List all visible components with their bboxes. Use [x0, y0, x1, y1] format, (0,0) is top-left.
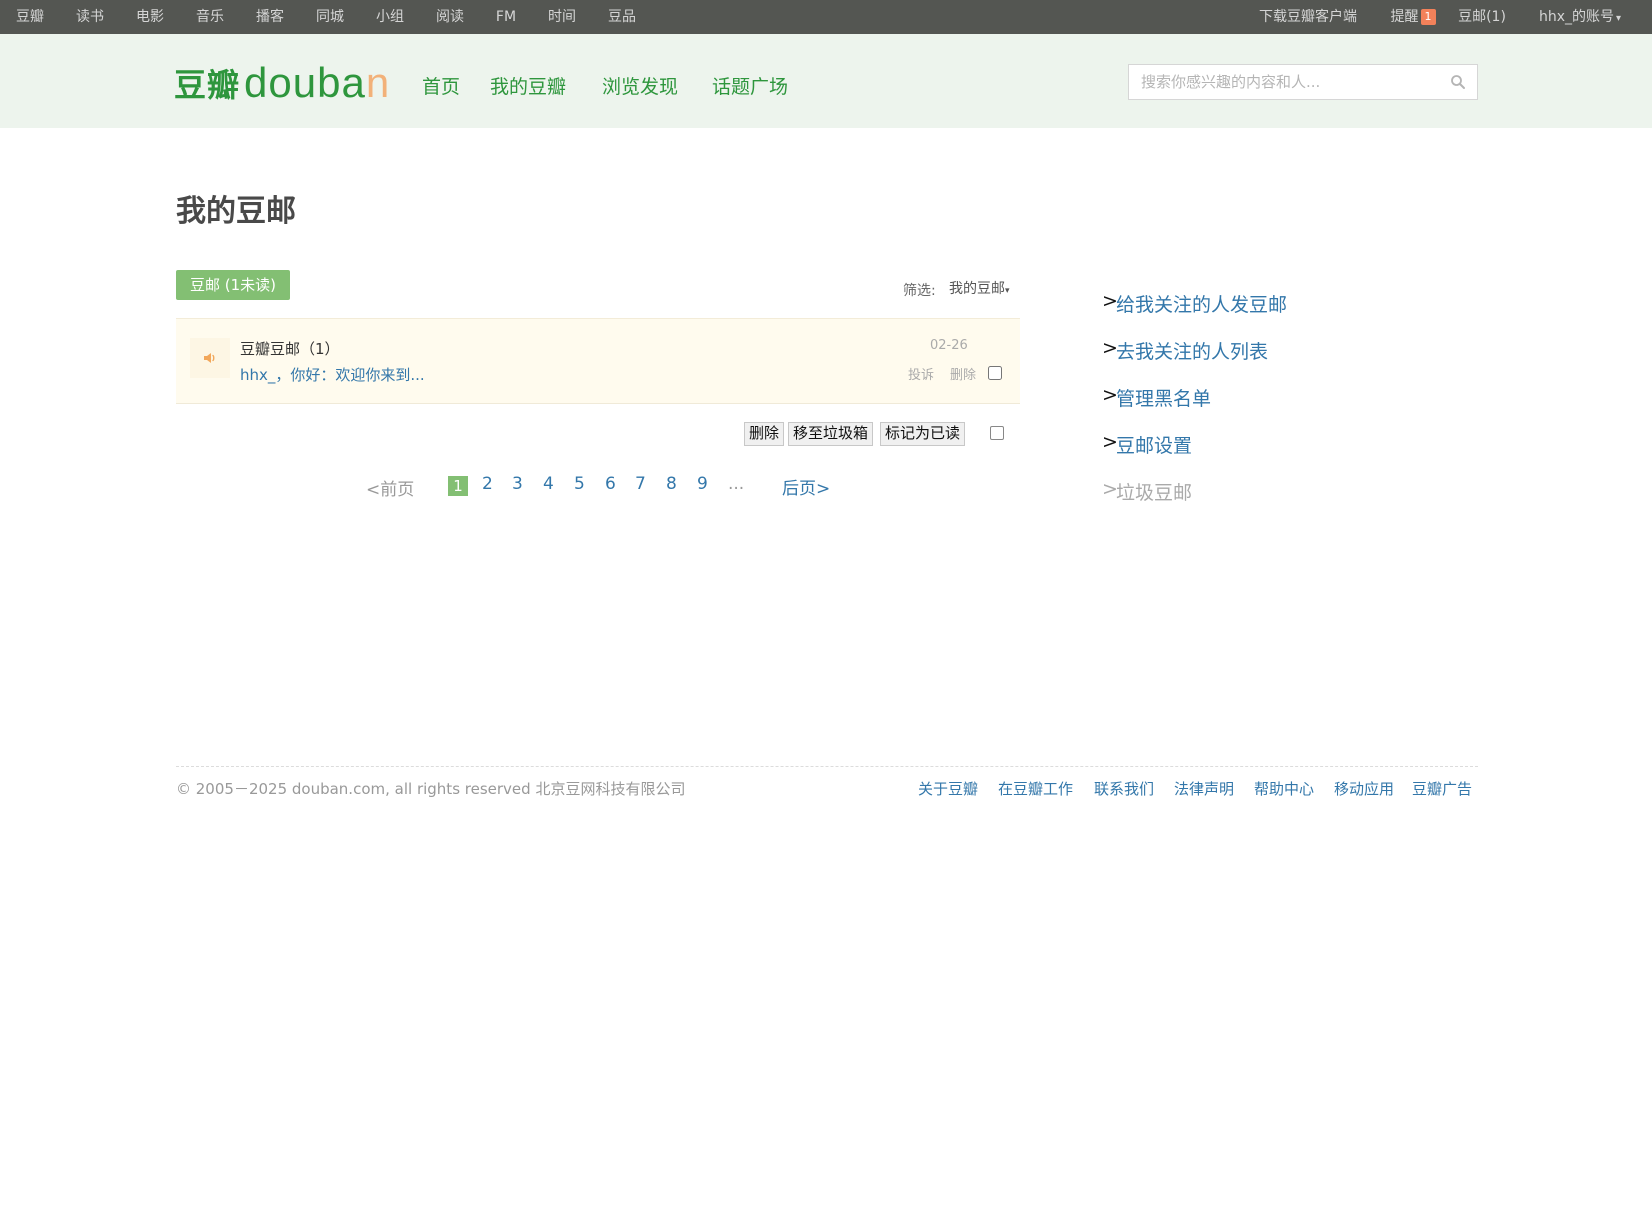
filter-select[interactable]: 我的豆邮▾ — [949, 278, 1010, 298]
move-to-trash-button[interactable]: 移至垃圾箱 — [788, 422, 874, 446]
page-link-7[interactable]: 7 — [635, 474, 646, 494]
sidebar-send-to-following[interactable]: 给我关注的人发豆邮 — [1116, 290, 1287, 317]
page-link-2[interactable]: 2 — [482, 474, 493, 494]
chevron-down-icon: ▾ — [1616, 13, 1622, 24]
sidebar-following-list[interactable]: 去我关注的人列表 — [1116, 337, 1268, 364]
global-nav-local[interactable]: 同城 — [306, 0, 354, 34]
page-link-5[interactable]: 5 — [574, 474, 585, 494]
prev-page: <前页 — [366, 480, 415, 500]
speaker-icon — [204, 353, 215, 363]
search-button[interactable] — [1438, 64, 1478, 100]
page-link-3[interactable]: 3 — [512, 474, 523, 494]
search-input[interactable] — [1129, 65, 1438, 99]
douban-logo[interactable]: 豆瓣 douban — [174, 58, 390, 108]
global-nav-market[interactable]: 豆品 — [598, 0, 646, 34]
footer-jobs[interactable]: 在豆瓣工作 — [998, 778, 1073, 799]
global-nav-read[interactable]: 阅读 — [426, 0, 474, 34]
account-label: hhx_的账号 — [1538, 9, 1614, 25]
report-link[interactable]: 投诉 — [908, 364, 934, 383]
page-link-4[interactable]: 4 — [543, 474, 554, 494]
delete-button[interactable]: 删除 — [744, 422, 785, 446]
page-link-6[interactable]: 6 — [605, 474, 616, 494]
message-date: 02-26 — [930, 338, 968, 353]
nav-topics[interactable]: 话题广场 — [712, 72, 788, 99]
message-avatar[interactable] — [190, 338, 230, 378]
filter-label: 筛选: — [903, 283, 936, 299]
footer-contact[interactable]: 联系我们 — [1094, 778, 1154, 799]
doumail-link[interactable]: 豆邮(1) — [1454, 0, 1510, 34]
footer-help[interactable]: 帮助中心 — [1254, 778, 1314, 799]
sidebar-spam[interactable]: 垃圾豆邮 — [1116, 478, 1192, 505]
global-nav-books[interactable]: 读书 — [66, 0, 114, 34]
mark-read-button[interactable]: 标记为已读 — [880, 422, 966, 446]
footer-divider — [176, 766, 1478, 767]
search-box — [1128, 64, 1438, 100]
footer-mobile[interactable]: 移动应用 — [1334, 778, 1394, 799]
footer-about[interactable]: 关于豆瓣 — [918, 778, 978, 799]
next-page-link[interactable]: 后页> — [782, 474, 830, 499]
nav-home[interactable]: 首页 — [422, 72, 460, 99]
remind-link[interactable]: 提醒 1 — [1384, 0, 1442, 34]
global-nav-time[interactable]: 时间 — [538, 0, 586, 34]
message-sender[interactable]: 豆瓣豆邮（1） — [240, 338, 340, 359]
message-delete-link[interactable]: 删除 — [950, 364, 976, 383]
message-snippet[interactable]: hhx_，你好：欢迎你来到... — [240, 364, 425, 385]
remind-label: 提醒 — [1390, 9, 1419, 25]
tab-doumail-unread[interactable]: 豆邮 (1未读) — [176, 270, 290, 300]
page-title: 我的豆邮 — [176, 194, 296, 229]
logo-en: douban — [244, 59, 390, 107]
select-all-checkbox[interactable] — [990, 426, 1004, 440]
footer-legal[interactable]: 法律声明 — [1174, 778, 1234, 799]
global-nav: 豆瓣 读书 电影 音乐 播客 同城 小组 阅读 FM 时间 豆品 下载豆瓣客户端… — [0, 0, 1652, 34]
doumail-count: (1) — [1486, 9, 1506, 25]
logo-cn: 豆瓣 — [174, 66, 241, 104]
global-nav-groups[interactable]: 小组 — [366, 0, 414, 34]
page-ellipsis: ... — [728, 474, 745, 494]
page-current: 1 — [448, 476, 468, 496]
doumail-label: 豆邮 — [1458, 9, 1487, 25]
nav-explore[interactable]: 浏览发现 — [602, 72, 678, 99]
chevron-down-icon: ▾ — [1005, 286, 1010, 296]
nav-my-douban[interactable]: 我的豆瓣 — [490, 72, 566, 99]
remind-badge: 1 — [1420, 9, 1436, 25]
download-client-link[interactable]: 下载豆瓣客户端 — [1246, 0, 1370, 34]
sidebar-blacklist[interactable]: 管理黑名单 — [1116, 384, 1211, 411]
global-nav-music[interactable]: 音乐 — [186, 0, 234, 34]
search-icon — [1450, 75, 1465, 89]
logo-en-main: douba — [244, 59, 366, 106]
footer-ads[interactable]: 豆瓣广告 — [1412, 778, 1472, 799]
global-nav-douban[interactable]: 豆瓣 — [8, 0, 52, 34]
page-link-9[interactable]: 9 — [697, 474, 708, 494]
message-checkbox[interactable] — [988, 366, 1002, 380]
global-nav-fm[interactable]: FM — [486, 0, 526, 34]
page-link-8[interactable]: 8 — [666, 474, 677, 494]
account-menu[interactable]: hhx_的账号 ▾ — [1536, 0, 1624, 34]
sidebar-doumail-settings[interactable]: 豆邮设置 — [1116, 431, 1192, 458]
global-nav-movies[interactable]: 电影 — [126, 0, 174, 34]
logo-en-accent: n — [365, 59, 391, 106]
copyright: © 2005－2025 douban.com, all rights reser… — [176, 780, 686, 798]
filter-value: 我的豆邮 — [949, 281, 1005, 297]
message-row — [176, 318, 1020, 404]
global-nav-podcast[interactable]: 播客 — [246, 0, 294, 34]
